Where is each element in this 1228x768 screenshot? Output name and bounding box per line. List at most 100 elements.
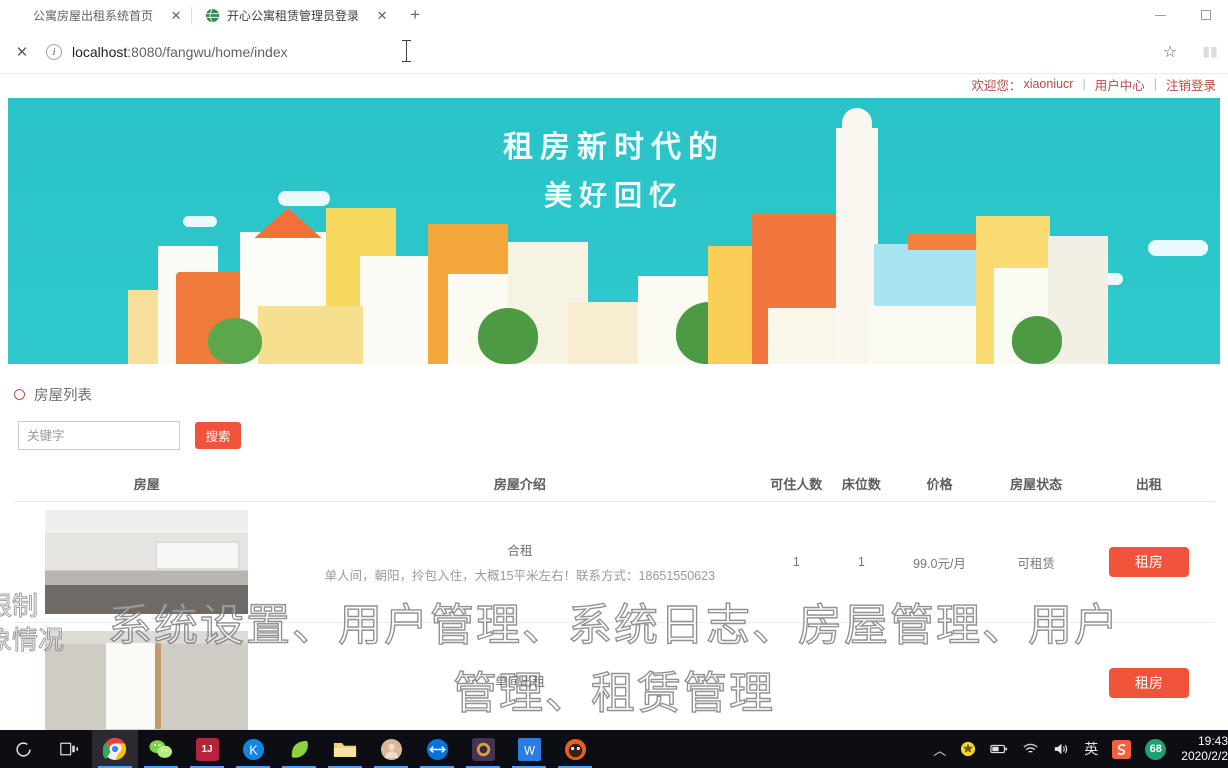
house-price xyxy=(890,622,989,735)
tab-divider xyxy=(191,7,193,23)
welcome-divider: | xyxy=(1082,77,1086,91)
minimize-button[interactable] xyxy=(1138,0,1183,30)
house-thumb-cell xyxy=(14,622,280,735)
teamviewer-icon[interactable] xyxy=(414,730,460,768)
wps-icon[interactable]: W xyxy=(506,730,552,768)
house-action-cell: 租房 xyxy=(1083,622,1214,735)
welcome-greeting: 欢迎您： xyxy=(971,78,1022,93)
volume-icon[interactable] xyxy=(1046,730,1077,768)
welcome-divider: | xyxy=(1153,77,1157,91)
house-list-heading: 房屋列表 xyxy=(14,384,1228,405)
table-row: 单间出租 租房 xyxy=(14,622,1214,735)
tray-expand-icon[interactable]: ︿ xyxy=(926,730,953,768)
welcome-username: xiaoniucr xyxy=(1023,77,1074,91)
table-head: 房屋 房屋介绍 可住人数 床位数 价格 房屋状态 出租 xyxy=(14,468,1214,502)
house-intro-desc: 单人间，朝阳，拎包入住，大概15平米左右！联系方式：18651550623 xyxy=(324,569,716,583)
hero-banner: 租房新时代的 美好回忆 xyxy=(8,98,1220,364)
url-path: :8080/fangwu/home/index xyxy=(127,43,288,60)
house-photo[interactable] xyxy=(45,510,249,614)
clock-date: 2020/2/2 xyxy=(1181,749,1228,763)
building-shape xyxy=(258,306,363,364)
maximize-button[interactable] xyxy=(1183,0,1228,30)
close-icon[interactable]: ✕ xyxy=(373,7,391,25)
col-intro: 房屋介绍 xyxy=(279,468,761,502)
house-status: 可租赁 xyxy=(988,501,1084,623)
status-badge[interactable]: 68 xyxy=(1138,730,1173,768)
stop-icon[interactable]: ✕ xyxy=(4,34,40,70)
system-tray: ︿ 英 68 19:43 2020/2/2 xyxy=(926,730,1228,768)
circle-icon xyxy=(14,389,25,400)
file-explorer-icon[interactable] xyxy=(322,730,368,768)
profile-icon[interactable]: ▮▮ xyxy=(1192,34,1228,70)
globe-icon xyxy=(204,8,220,24)
building-shape xyxy=(868,306,988,364)
ime-language-icon[interactable]: 英 xyxy=(1077,730,1105,768)
orange-app-icon[interactable] xyxy=(552,730,598,768)
wifi-icon[interactable] xyxy=(1015,730,1046,768)
svg-text:W: W xyxy=(524,745,535,757)
wechat-icon[interactable] xyxy=(138,730,184,768)
house-capacity xyxy=(760,622,833,735)
rent-button[interactable]: 租房 xyxy=(1108,668,1189,698)
welcome-bar: 欢迎您： xiaoniucr | 用户中心 | 注销登录 xyxy=(0,75,1228,93)
web-page: 欢迎您： xiaoniucr | 用户中心 | 注销登录 租房新时代的 美好回忆… xyxy=(0,75,1228,735)
sogou-input-icon[interactable] xyxy=(1105,730,1138,768)
page-title: 房屋列表 xyxy=(34,388,92,404)
text-cursor-icon xyxy=(402,39,411,62)
tower-dome xyxy=(842,108,872,138)
col-status: 房屋状态 xyxy=(988,468,1084,502)
browser-tab-2[interactable]: 开心公寓租赁管理员登录 ✕ xyxy=(194,1,396,30)
star-icon[interactable]: ☆ xyxy=(1152,34,1188,70)
window-controls xyxy=(1138,0,1228,30)
browser-toolbar: ✕ i localhost:8080/fangwu/home/index ☆ ▮… xyxy=(0,30,1228,74)
house-price: 99.0元/月 xyxy=(890,501,989,623)
house-intro-cell: 单间出租 xyxy=(279,622,761,735)
taskbar-clock[interactable]: 19:43 2020/2/2 xyxy=(1173,734,1228,764)
search-row: 搜索 xyxy=(18,421,1228,450)
col-beds: 床位数 xyxy=(832,468,891,502)
tree-shape xyxy=(478,308,538,364)
house-photo[interactable] xyxy=(45,631,249,735)
house-intro-title: 单间出租 xyxy=(494,674,545,689)
badge-count: 68 xyxy=(1145,738,1167,760)
close-icon[interactable]: ✕ xyxy=(167,7,185,25)
address-bar[interactable]: i localhost:8080/fangwu/home/index xyxy=(46,38,1140,66)
site-info-icon[interactable]: i xyxy=(46,43,62,60)
house-list-table: 房屋 房屋介绍 可住人数 床位数 价格 房屋状态 出租 合租 单人间，朝阳，拎包… xyxy=(14,468,1214,735)
contact-app-icon[interactable] xyxy=(368,730,414,768)
house-status xyxy=(988,622,1084,735)
house-thumb-cell xyxy=(14,501,280,623)
intellij-idea-icon[interactable]: 1J xyxy=(184,730,230,768)
house-intro-cell: 合租 单人间，朝阳，拎包入住，大概15平米左右！联系方式：18651550623 xyxy=(279,501,761,623)
search-button[interactable]: 搜索 xyxy=(195,422,241,449)
svg-text:K: K xyxy=(249,743,258,757)
url-host: localhost xyxy=(72,43,128,60)
kingsoft-icon[interactable]: K xyxy=(230,730,276,768)
user-center-link[interactable]: 用户中心 xyxy=(1095,75,1145,94)
browser-tab-1[interactable]: 公寓房屋出租系统首页 ✕ xyxy=(0,1,190,30)
cloud-shape xyxy=(1148,240,1208,256)
chrome-icon[interactable] xyxy=(92,730,138,768)
rent-button[interactable]: 租房 xyxy=(1108,547,1189,577)
col-house: 房屋 xyxy=(14,468,280,502)
tab-title: 公寓房屋出租系统首页 xyxy=(33,9,154,23)
tab-title: 开心公寓租赁管理员登录 xyxy=(227,9,360,23)
security-shield-icon[interactable] xyxy=(953,730,983,768)
url-text: localhost:8080/fangwu/home/index xyxy=(72,44,288,60)
cortana-icon[interactable] xyxy=(0,730,46,768)
leaf-app-icon[interactable] xyxy=(276,730,322,768)
table-header-row: 房屋 房屋介绍 可住人数 床位数 价格 房屋状态 出租 xyxy=(14,468,1214,502)
house-beds xyxy=(832,622,891,735)
new-tab-button[interactable]: + xyxy=(401,1,429,29)
tab-favicon-placeholder xyxy=(10,8,26,24)
battery-icon[interactable] xyxy=(983,730,1015,768)
task-view-icon[interactable] xyxy=(46,730,92,768)
browser-tab-strip: 公寓房屋出租系统首页 ✕ 开心公寓租赁管理员登录 ✕ + xyxy=(0,0,1228,30)
logout-link[interactable]: 注销登录 xyxy=(1166,75,1216,94)
game-app-icon[interactable] xyxy=(460,730,506,768)
tree-shape xyxy=(208,318,262,364)
house-capacity: 1 xyxy=(760,501,833,623)
search-input[interactable] xyxy=(18,421,180,450)
house-action-cell: 租房 xyxy=(1083,501,1214,623)
cloud-shape xyxy=(183,216,217,227)
